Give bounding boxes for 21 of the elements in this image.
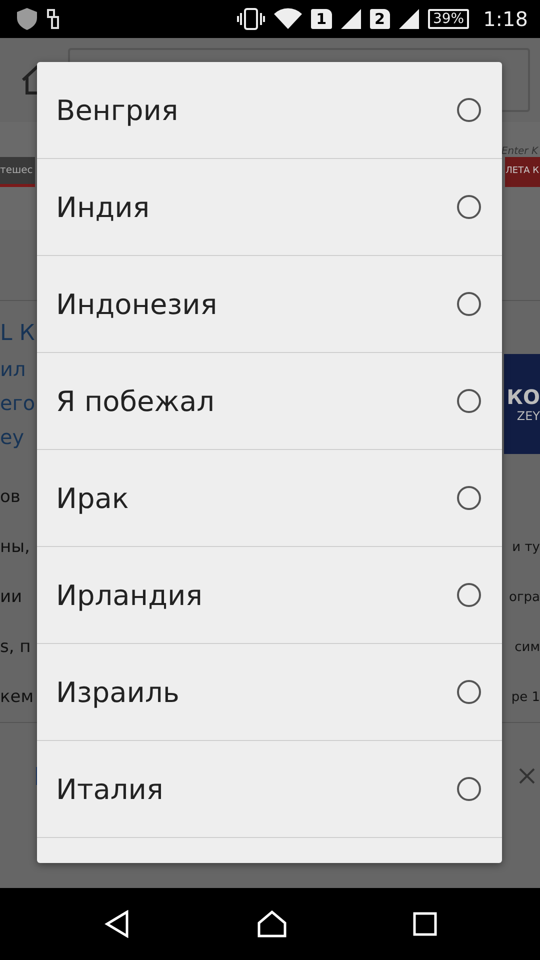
battery-indicator: 39% (428, 9, 470, 29)
body-text: и ту (512, 540, 540, 554)
body-text: ии (0, 587, 22, 607)
body-text: кем (0, 687, 34, 707)
body-text: сим (514, 640, 540, 654)
body-text: ов (0, 487, 20, 507)
body-text: ны, (0, 537, 30, 557)
sim-badge: 1 (311, 9, 332, 29)
banner-label: ЛЕТА К (504, 157, 540, 187)
banner-label: тешес (0, 157, 35, 187)
subtitle-text: его (0, 390, 36, 417)
sim-badge: 2 (370, 9, 390, 29)
clock-time: 1:18 (483, 7, 528, 31)
subtitle-text: ил (0, 356, 27, 383)
search-hint: Enter K (501, 146, 538, 157)
subtitle-text: ey (0, 424, 26, 451)
article-title: L К (0, 320, 35, 346)
logo-banner: КО ZEY (504, 354, 540, 454)
body-text: s, п (0, 637, 31, 657)
body-text: огра (508, 590, 540, 604)
body-text: ре 1 (511, 690, 540, 704)
